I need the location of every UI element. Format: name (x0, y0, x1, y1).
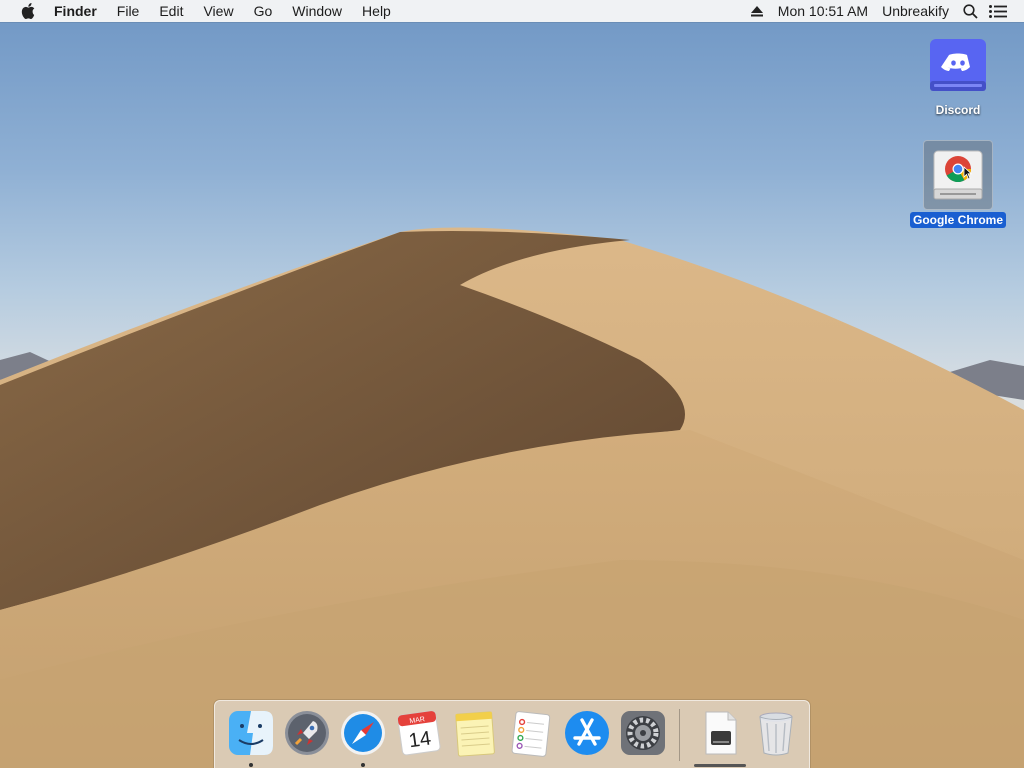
spotlight-search-icon[interactable] (956, 0, 984, 22)
notes-icon (455, 711, 495, 757)
desktop-icon-google-chrome[interactable]: Google Chrome (908, 140, 1008, 229)
dock-item-trash[interactable] (748, 701, 804, 768)
trash-icon (759, 712, 793, 756)
calendar-day: 14 (407, 727, 432, 752)
menu-edit[interactable]: Edit (149, 0, 193, 22)
menu-app-finder[interactable]: Finder (54, 0, 107, 22)
menu-go[interactable]: Go (244, 0, 283, 22)
menu-bar: Finder File Edit View Go Window Help Mon… (0, 0, 1024, 22)
dock-item-highlight (694, 764, 746, 767)
menu-window[interactable]: Window (282, 0, 352, 22)
launchpad-icon (285, 711, 329, 755)
desktop-icon-label: Google Chrome (909, 212, 1006, 228)
dock-item-safari[interactable] (335, 701, 391, 768)
dock-item-finder[interactable] (223, 701, 279, 768)
dock-separator (679, 709, 680, 761)
chrome-disk-icon[interactable] (923, 140, 993, 210)
dock: MAR 14 (214, 700, 810, 768)
menu-view[interactable]: View (193, 0, 243, 22)
dock-item-system-preferences[interactable] (615, 701, 671, 768)
running-indicator (361, 763, 365, 767)
apple-menu-icon[interactable] (19, 2, 37, 20)
dock-item-app-store[interactable] (559, 701, 615, 768)
desktop-wallpaper (0, 0, 1024, 768)
safari-icon (341, 711, 385, 755)
dock-item-launchpad[interactable] (279, 701, 335, 768)
menu-help[interactable]: Help (352, 0, 401, 22)
finder-icon (229, 711, 273, 755)
notification-center-icon[interactable] (984, 0, 1012, 22)
dock-item-notes[interactable] (447, 701, 503, 768)
reminders-icon (511, 711, 551, 757)
calendar-icon: MAR 14 (397, 710, 441, 756)
menu-file[interactable]: File (107, 0, 150, 22)
app-store-icon (565, 711, 609, 755)
desktop-icon-discord[interactable]: Discord (908, 30, 1008, 119)
menu-extras: Mon 10:51 AM Unbreakify (743, 0, 1024, 22)
disk-image-icon (705, 711, 737, 755)
dock-item-reminders[interactable] (503, 701, 559, 768)
dock-item-disk-image[interactable] (692, 701, 748, 768)
clock[interactable]: Mon 10:51 AM (771, 0, 875, 22)
running-indicator (249, 763, 253, 767)
status-app-unbreakify[interactable]: Unbreakify (875, 0, 956, 22)
discord-disk-icon[interactable] (923, 30, 993, 100)
dock-item-calendar[interactable]: MAR 14 (391, 701, 447, 768)
eject-icon[interactable] (743, 0, 771, 22)
system-preferences-icon (621, 711, 665, 755)
desktop-icon-label: Discord (935, 103, 981, 117)
